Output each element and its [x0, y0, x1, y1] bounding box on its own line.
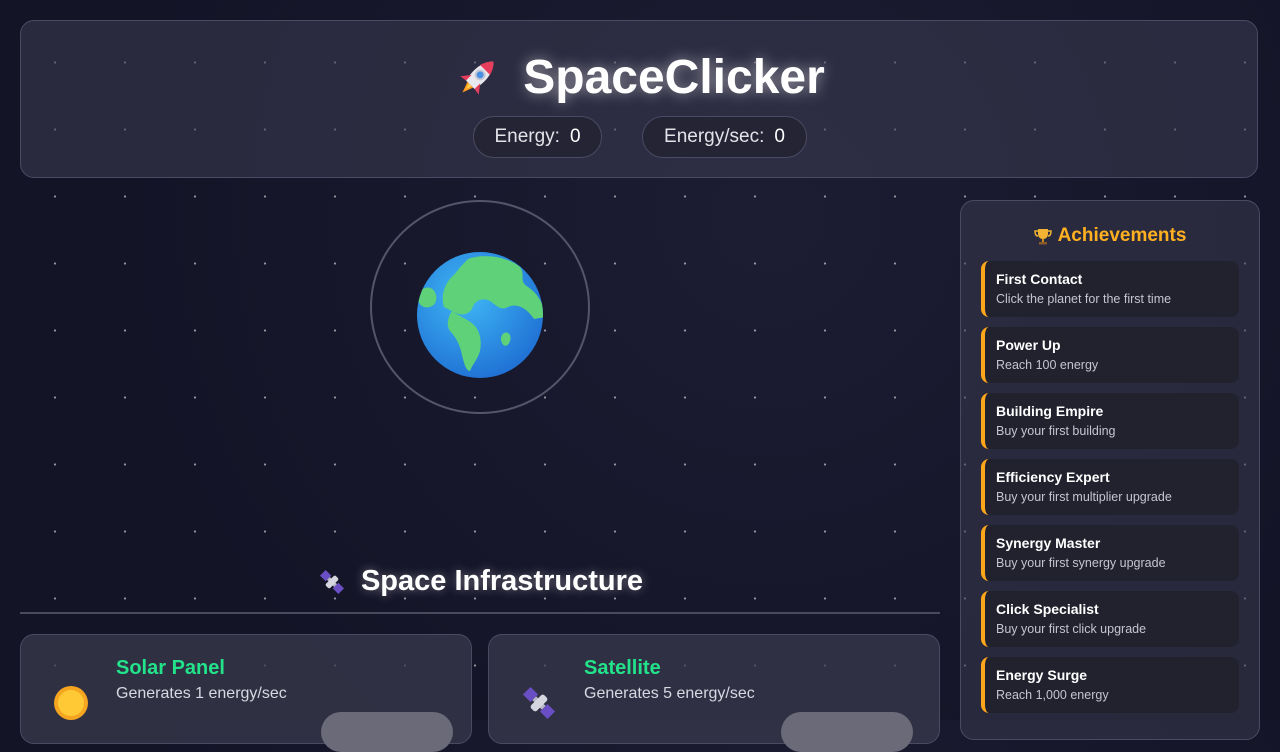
achievements-heading: Achievements — [961, 225, 1259, 247]
achievement-name: Synergy Master — [996, 535, 1101, 551]
buy-satellite-button[interactable] — [781, 712, 913, 752]
achievement-description: Buy your first multiplier upgrade — [996, 490, 1172, 504]
energy-rate-label: Energy/sec: — [664, 126, 765, 147]
energy-rate-stat: Energy/sec: 0 — [642, 116, 807, 158]
achievement-synergy-master: Synergy Master Buy your first synergy up… — [981, 525, 1239, 581]
earth-icon — [417, 252, 543, 378]
achievement-description: Reach 1,000 energy — [996, 688, 1109, 702]
title-text: SpaceClicker — [523, 50, 825, 104]
achievement-name: Power Up — [996, 337, 1061, 353]
achievement-name: Click Specialist — [996, 601, 1099, 617]
building-card-satellite[interactable]: Satellite Generates 5 energy/sec — [488, 634, 940, 752]
achievement-name: First Contact — [996, 271, 1083, 287]
energy-stat: Energy: 0 — [473, 116, 602, 158]
achievement-name: Energy Surge — [996, 667, 1088, 683]
achievement-description: Buy your first synergy upgrade — [996, 556, 1166, 570]
achievement-description: Reach 100 energy — [996, 358, 1099, 372]
planet-click-target[interactable] — [416, 251, 544, 379]
achievement-description: Click the planet for the first time — [996, 292, 1172, 306]
achievements-title: Achievements — [1057, 225, 1187, 246]
achievement-power-up: Power Up Reach 100 energy — [981, 327, 1239, 383]
satellite-icon — [519, 683, 559, 728]
achievement-name: Building Empire — [996, 403, 1104, 419]
building-card-solar-panel[interactable]: Solar Panel Generates 1 energy/sec — [20, 634, 472, 752]
achievement-energy-surge: Energy Surge Reach 1,000 energy — [981, 657, 1239, 713]
energy-label: Energy: — [494, 126, 560, 147]
achievement-name: Efficiency Expert — [996, 469, 1110, 485]
planet-area — [370, 200, 590, 414]
infrastructure-title: Space Infrastructure — [360, 565, 644, 597]
achievements-panel: Achievements First Contact Click the pla… — [960, 200, 1260, 740]
building-name: Solar Panel — [116, 657, 225, 679]
section-divider — [20, 612, 940, 614]
building-description: Generates 5 energy/sec — [584, 685, 755, 702]
building-description: Generates 1 energy/sec — [116, 685, 287, 702]
energy-rate-value: 0 — [774, 126, 785, 147]
building-name: Satellite — [584, 657, 661, 679]
satellite-icon — [319, 570, 344, 595]
trophy-icon — [1033, 229, 1052, 245]
achievement-click-specialist: Click Specialist Buy your first click up… — [981, 591, 1239, 647]
achievement-first-contact: First Contact Click the planet for the f… — [981, 261, 1239, 317]
header-panel: SpaceClicker Energy: 0 Energy/sec: 0 — [20, 20, 1258, 178]
game-title: SpaceClicker — [21, 47, 1257, 105]
achievement-description: Buy your first click upgrade — [996, 622, 1147, 636]
achievement-description: Buy your first building — [996, 424, 1116, 438]
energy-value: 0 — [569, 126, 581, 147]
achievement-building-empire: Building Empire Buy your first building — [981, 393, 1239, 449]
buy-solar-panel-button[interactable] — [321, 712, 453, 752]
achievement-efficiency-expert: Efficiency Expert Buy your first multipl… — [981, 459, 1239, 515]
sun-icon — [51, 683, 91, 728]
infrastructure-heading: Space Infrastructure — [20, 565, 940, 598]
rocket-icon — [453, 52, 503, 102]
